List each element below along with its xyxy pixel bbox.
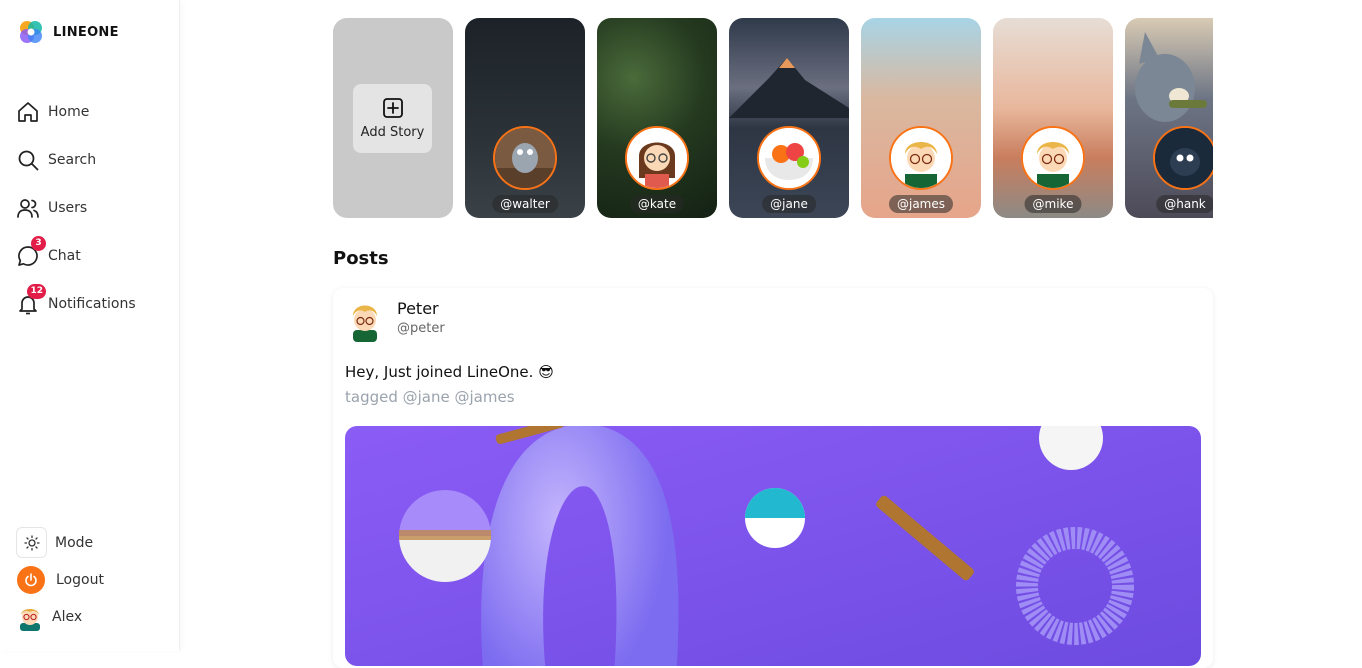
story-avatar (889, 126, 953, 190)
sidebar-item-label: Users (48, 200, 88, 216)
post-text: Hey, Just joined LineOne. 😎 (345, 363, 554, 381)
story-avatar (1021, 126, 1085, 190)
sidebar-item-notifications[interactable]: 12 Notifications (16, 280, 136, 328)
chat-icon: 3 (16, 236, 46, 268)
lineone-logo-icon (20, 21, 42, 43)
posts-heading: Posts (333, 248, 389, 269)
power-icon (25, 572, 37, 586)
sidebar-item-label: Notifications (48, 296, 136, 312)
avatar (16, 603, 44, 631)
logout-icon-button[interactable] (17, 565, 45, 594)
stories-strip: Add Story @walter @kate @jane @james @mi… (333, 18, 1213, 218)
sidebar-item-chat[interactable]: 3 Chat (16, 232, 136, 280)
story-avatar (1153, 126, 1213, 190)
search-icon (16, 148, 40, 172)
story-avatar (493, 126, 557, 190)
cartoon-cat-image (1135, 32, 1207, 122)
sidebar: LINEONE Home Search Users 3 Chat 12 Noti… (0, 0, 180, 651)
sidebar-nav: Home Search Users 3 Chat 12 Notification… (16, 88, 136, 328)
story-card[interactable]: @jane (729, 18, 849, 218)
story-card[interactable]: @kate (597, 18, 717, 218)
post-image[interactable] (345, 426, 1201, 666)
post-author-handle[interactable]: @peter (397, 321, 445, 336)
add-story-card[interactable]: Add Story (333, 18, 453, 218)
mode-label: Mode (55, 534, 94, 551)
mode-toggle[interactable]: Mode (16, 524, 104, 561)
mountain-image (729, 58, 849, 118)
story-handle: @walter (492, 195, 558, 213)
post-card: Peter @peter Hey, Just joined LineOne. 😎… (333, 288, 1213, 668)
user-name: Alex (52, 608, 83, 625)
sidebar-item-label: Home (48, 104, 90, 120)
post-author-name[interactable]: Peter (397, 299, 445, 318)
story-handle: @hank (1156, 195, 1213, 213)
sun-icon (23, 534, 40, 551)
current-user[interactable]: Alex (16, 598, 104, 635)
sidebar-item-search[interactable]: Search (16, 136, 136, 184)
story-card[interactable]: @hank (1125, 18, 1213, 218)
story-handle: @kate (629, 195, 685, 213)
post-header: Peter @peter (345, 298, 445, 342)
avatar[interactable] (345, 298, 385, 342)
logout-label: Logout (56, 571, 104, 588)
post-author-info: Peter @peter (397, 298, 445, 336)
bell-icon: 12 (16, 284, 46, 316)
add-story-label: Add Story (360, 125, 425, 140)
mode-button[interactable] (16, 527, 47, 558)
sidebar-item-label: Chat (48, 248, 81, 264)
sidebar-item-home[interactable]: Home (16, 88, 136, 136)
sidebar-item-users[interactable]: Users (16, 184, 136, 232)
story-card[interactable]: @james (861, 18, 981, 218)
add-story-button[interactable]: Add Story (353, 84, 432, 153)
brand[interactable]: LINEONE (18, 19, 119, 45)
story-card[interactable]: @mike (993, 18, 1113, 218)
story-handle: @mike (1024, 195, 1082, 213)
story-card[interactable]: @walter (465, 18, 585, 218)
notifications-badge: 12 (27, 284, 46, 299)
plus-square-icon (382, 98, 403, 118)
brand-name: LINEONE (53, 24, 119, 40)
sidebar-item-label: Search (48, 152, 97, 168)
story-handle: @jane (762, 195, 816, 213)
post-tags[interactable]: tagged @jane @james (345, 388, 515, 406)
story-avatar (757, 126, 821, 190)
home-icon (16, 100, 40, 124)
chat-badge: 3 (31, 236, 46, 251)
story-handle: @james (888, 195, 954, 213)
story-avatar (625, 126, 689, 190)
users-icon (16, 196, 40, 220)
logout-button[interactable]: Logout (16, 561, 104, 598)
sidebar-bottom: Mode Logout Alex (16, 524, 104, 635)
